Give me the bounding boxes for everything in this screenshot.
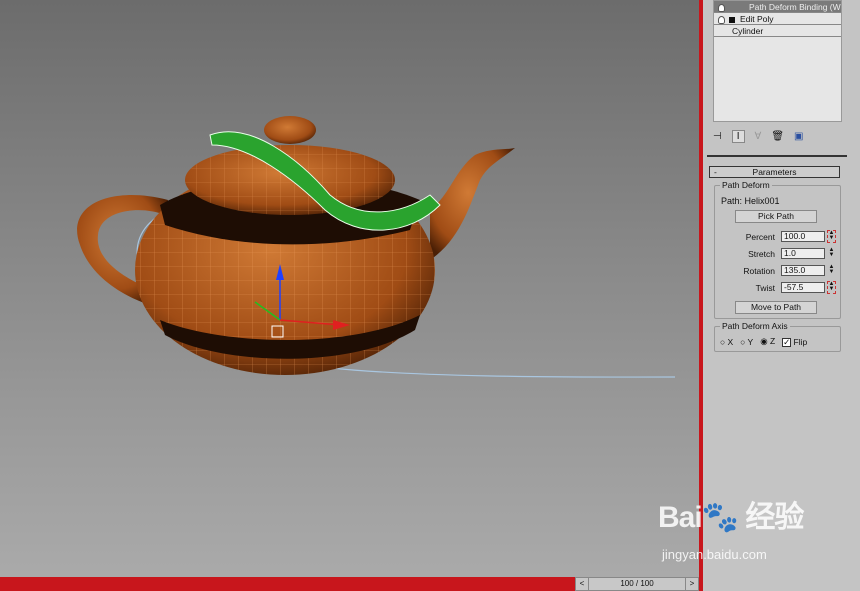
show-end-result-icon[interactable]: I [731,129,745,143]
modifier-stack[interactable]: Path Deform Binding (WS Edit Poly Cylind… [713,0,842,122]
baidu-watermark-logo: Bai🐾 经验 jingyan.baidu.com [658,501,804,562]
teapot[interactable] [77,116,515,375]
viewport-perspective[interactable] [0,0,701,577]
percent-input[interactable]: 100.0 [781,231,825,242]
pin-stack-icon[interactable]: ⊣ [713,131,722,142]
divider [707,155,847,157]
twist-spinner[interactable]: ▲ ▼ [827,281,836,294]
rotation-input[interactable]: 135.0 [781,265,825,276]
flip-checkbox[interactable]: ✓ Flip [782,337,807,347]
lightbulb-icon[interactable] [718,15,725,24]
parameters-rollout-header[interactable]: - Parameters [709,166,840,178]
time-slider[interactable]: < 100 / 100 > [575,577,699,591]
stack-item-path-deform[interactable]: Path Deform Binding (WS [714,1,841,13]
configure-modifier-sets-icon[interactable]: ▣ [794,131,803,142]
prev-frame-button[interactable]: < [576,578,588,590]
stretch-input[interactable]: 1.0 [781,248,825,259]
path-deform-axis-group: Path Deform Axis ○ X ○ Y ◉ Z ✓ Flip [714,321,841,352]
frame-counter[interactable]: 100 / 100 [588,578,686,590]
remove-modifier-icon[interactable]: 🗑 [771,131,784,142]
axis-y-radio[interactable]: ○ Y [740,337,753,347]
next-frame-button[interactable]: > [686,578,698,590]
scene [77,116,676,378]
make-unique-icon[interactable]: ∀ [755,131,762,142]
pick-path-button[interactable]: Pick Path [735,210,817,223]
twist-input[interactable]: -57.5 [781,282,825,293]
axis-z-radio[interactable]: ◉ Z [760,336,775,347]
percent-spinner[interactable]: ▲ ▼ [827,230,836,243]
path-deform-group: Path Deform Path: Helix001 Pick Path Per… [714,180,841,319]
stack-item-edit-poly[interactable]: Edit Poly [714,13,841,25]
lightbulb-icon[interactable] [718,3,725,12]
stack-item-cylinder[interactable]: Cylinder [714,25,841,37]
stretch-spinner[interactable]: ▲ ▼ [828,247,835,259]
move-to-path-button[interactable]: Move to Path [735,301,817,314]
axis-x-radio[interactable]: ○ X [720,337,733,347]
expand-icon[interactable] [729,16,735,23]
path-label: Path: Helix001 [721,196,780,206]
status-bar-highlight [0,577,575,591]
rotation-spinner[interactable]: ▲ ▼ [828,264,835,276]
